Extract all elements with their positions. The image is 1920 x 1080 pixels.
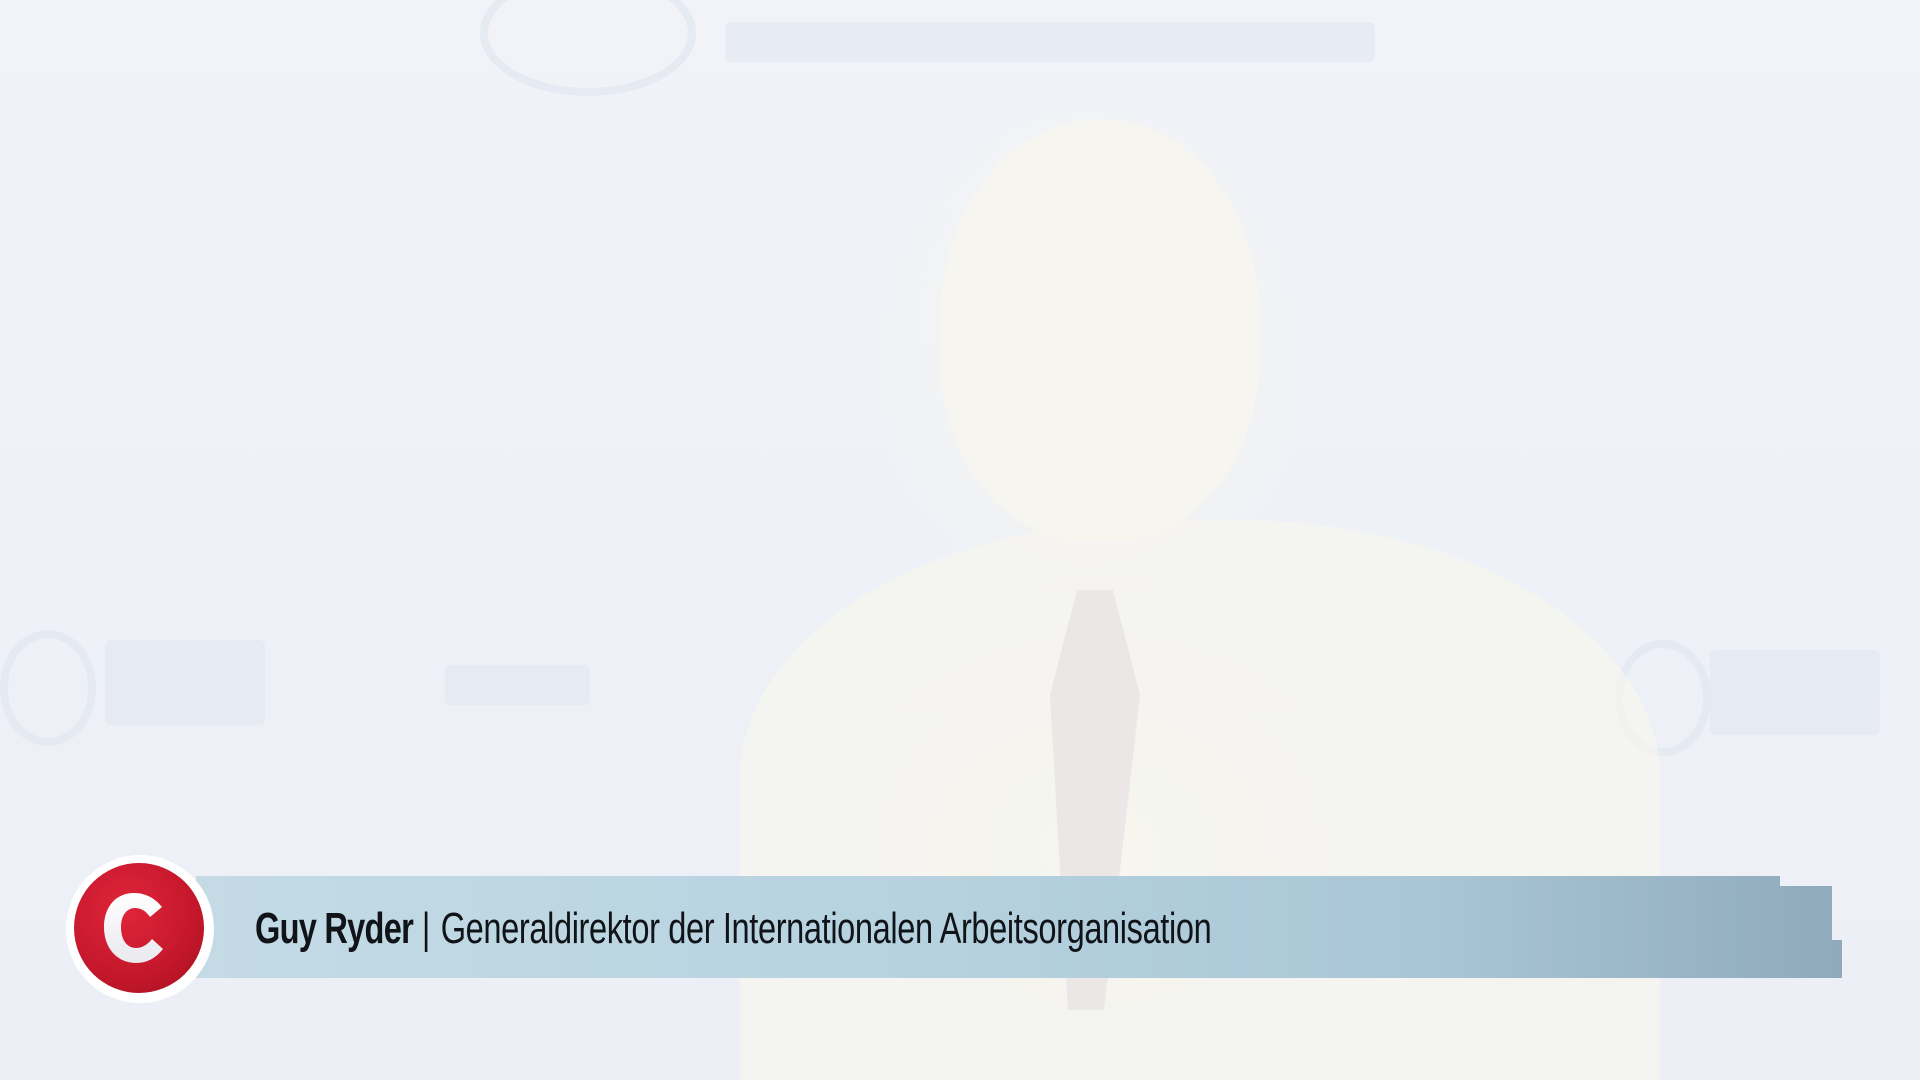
channel-logo-letter-icon xyxy=(104,893,163,963)
lower-third-caption: Guy Ryder | Generaldirektor der Internat… xyxy=(255,896,1212,962)
caption-separator: | xyxy=(421,904,431,953)
speaker-title: Generaldirektor der Internationalen Arbe… xyxy=(440,904,1212,953)
faded-speaker-body xyxy=(740,520,1660,1080)
faded-backdrop-text-right xyxy=(1710,650,1880,735)
faded-backdrop-text-top xyxy=(725,22,1375,62)
faded-organization-emblem-left xyxy=(0,630,96,746)
faded-speaker-head xyxy=(940,120,1260,540)
faded-organization-emblem-top xyxy=(480,0,696,96)
faded-backdrop-text-left xyxy=(105,640,265,725)
faded-backdrop-text-center-left xyxy=(445,665,590,705)
speaker-name: Guy Ryder xyxy=(255,904,414,953)
